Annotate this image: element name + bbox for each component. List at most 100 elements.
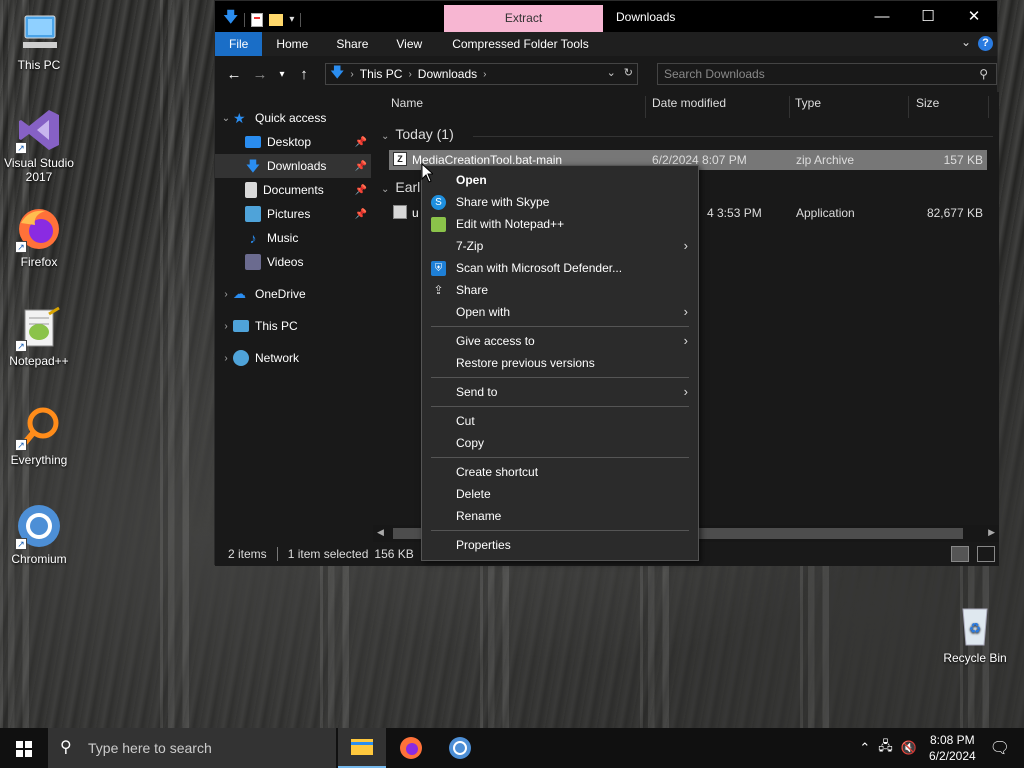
menu-item-create-shortcut[interactable]: Create shortcut [422,461,698,483]
window-controls: — ☐ ✕ [859,1,997,32]
breadcrumb-downloads[interactable]: Downloads [418,67,477,81]
up-arrow-icon[interactable]: ↑ [293,66,315,83]
nav-item-documents[interactable]: Documents 📌 [215,178,371,202]
downloads-location-icon: 🡇 [330,64,345,80]
nav-item-downloads[interactable]: 🡇 Downloads 📌 [215,154,371,178]
nav-item-pictures[interactable]: Pictures 📌 [215,202,371,226]
menu-item-7-zip[interactable]: 7-Zip › [422,235,698,257]
menu-item-give-access[interactable]: Give access to › [422,330,698,352]
share-icon: ⇪ [433,283,444,297]
chevron-right-icon[interactable]: › [219,289,233,300]
tab-file[interactable]: File [215,32,263,56]
downloads-arrow-icon[interactable]: 🡇 [223,7,238,32]
taskbar-file-explorer[interactable] [338,728,386,768]
taskbar-chromium[interactable] [436,728,484,768]
videos-folder-icon [245,254,261,270]
menu-item-copy[interactable]: Copy [422,432,698,454]
desktop-icon-visual-studio[interactable]: ↗ Visual Studio 2017 [1,106,77,184]
column-date-modified[interactable]: Date modified [652,96,726,110]
breadcrumb-this-pc[interactable]: This PC [360,67,403,81]
large-icons-view-icon[interactable] [977,546,995,562]
desktop-icon-recycle-bin[interactable]: ♻ Recycle Bin [937,601,1013,665]
menu-item-open-with[interactable]: Open with › [422,301,698,323]
menu-item-cut[interactable]: Cut [422,410,698,432]
pin-icon[interactable]: 📌 [355,137,367,148]
customize-toolbar-icon[interactable]: ▾ [289,14,294,25]
maximize-icon[interactable]: ☐ [905,1,951,32]
menu-item-share[interactable]: ⇪ Share [422,279,698,301]
properties-icon[interactable] [251,12,264,27]
tab-compressed-folder-tools[interactable]: Compressed Folder Tools [436,32,603,56]
address-bar[interactable]: 🡇 › This PC › Downloads › ⌄ ↻ [325,63,638,85]
menu-item-share-with-skype[interactable]: S Share with Skype [422,191,698,213]
menu-item-rename[interactable]: Rename [422,505,698,527]
expand-ribbon-icon[interactable]: ⌄ [961,35,971,49]
scroll-right-icon[interactable]: ▶ [988,527,995,538]
forward-arrow-icon[interactable]: → [249,66,271,83]
refresh-icon[interactable]: ↻ [624,66,633,79]
pin-icon[interactable]: 📌 [355,209,367,220]
pin-icon[interactable]: 📌 [355,185,367,196]
nav-this-pc[interactable]: › This PC [215,314,371,338]
menu-item-edit-with-notepad[interactable]: Edit with Notepad++ [422,213,698,235]
menu-item-properties[interactable]: Properties [422,534,698,556]
taskbar-search-input[interactable]: ⚲ Type here to search [48,728,336,768]
desktop-icon-this-pc[interactable]: ↗ This PC [1,8,77,72]
volume-muted-icon[interactable]: 🔇 [901,740,917,756]
pictures-folder-icon [245,206,261,222]
recent-locations-chevron-icon[interactable]: ▾ [275,69,289,80]
search-input[interactable]: Search Downloads ⚲ [657,63,997,85]
taskbar-firefox[interactable] [387,728,435,768]
desktop-icon-notepad-plus-plus[interactable]: ↗ Notepad++ [1,304,77,368]
breadcrumb-separator-icon: › [483,68,487,80]
scroll-left-icon[interactable]: ◀ [377,527,384,538]
column-name[interactable]: Name [391,96,423,110]
chevron-right-icon[interactable]: › [219,321,233,332]
chevron-right-icon[interactable]: › [219,353,233,364]
nav-onedrive[interactable]: › ☁ OneDrive [215,282,371,306]
clock[interactable]: 8:08 PM 6/2/2024 [929,732,976,764]
tab-view[interactable]: View [382,32,436,56]
chevron-down-icon[interactable]: ⌄ [219,113,233,124]
menu-item-scan-defender[interactable]: ⛨ Scan with Microsoft Defender... [422,257,698,279]
nav-item-music[interactable]: ♪ Music [215,226,371,250]
column-type[interactable]: Type [795,96,821,110]
close-icon[interactable]: ✕ [951,1,997,32]
window-title: Downloads [616,10,676,24]
menu-item-send-to[interactable]: Send to › [422,381,698,403]
minimize-icon[interactable]: — [859,1,905,32]
menu-item-restore-versions[interactable]: Restore previous versions [422,352,698,374]
group-header-earlier[interactable]: ⌄ Earl [381,179,420,195]
group-header-today[interactable]: ⌄ Today (1) [381,126,454,142]
nav-quick-access[interactable]: ⌄ ★ Quick access [215,106,371,130]
nav-item-videos[interactable]: Videos [215,250,371,274]
tab-share[interactable]: Share [322,32,382,56]
tab-home[interactable]: Home [262,32,322,56]
star-icon: ★ [233,110,246,126]
column-size[interactable]: Size [916,96,939,110]
nav-network[interactable]: › Network [215,346,371,370]
notifications-icon[interactable]: 🗨 [990,738,1010,758]
desktop-icon-firefox[interactable]: ↗ Firefox [1,205,77,269]
contextual-tab-extract[interactable]: Extract [444,5,603,32]
network-icon [233,350,249,366]
windows-start-icon[interactable] [0,728,48,768]
show-hidden-icons-chevron-icon[interactable]: ⌃ [859,740,870,756]
details-view-icon[interactable] [951,546,969,562]
back-arrow-icon[interactable]: ← [223,66,245,83]
menu-item-delete[interactable]: Delete [422,483,698,505]
new-folder-icon[interactable] [269,13,284,26]
file-explorer-icon [351,739,373,755]
nav-label: Downloads [267,159,327,173]
menu-item-open[interactable]: Open [422,169,698,191]
nav-label: This PC [255,319,298,333]
desktop-icon-everything[interactable]: ↗ Everything [1,403,77,467]
network-status-icon[interactable]: 🖧 [878,737,893,759]
address-dropdown-icon[interactable]: ⌄ [607,66,616,79]
help-icon[interactable]: ? [978,36,993,51]
taskbar-search-placeholder: Type here to search [88,740,212,756]
desktop-icon-chromium[interactable]: ↗ Chromium [1,502,77,566]
nav-item-desktop[interactable]: Desktop 📌 [215,130,371,154]
cloud-icon: ☁ [233,286,246,301]
pin-icon[interactable]: 📌 [355,161,367,172]
